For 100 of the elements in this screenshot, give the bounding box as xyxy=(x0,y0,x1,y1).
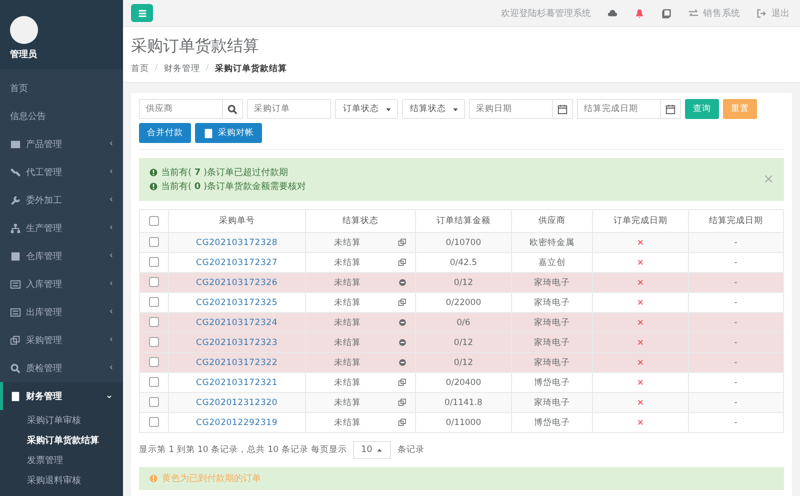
caret-icon: ‹ xyxy=(109,195,113,205)
row-checkbox[interactable] xyxy=(148,357,159,368)
caret-icon: ‹ xyxy=(109,279,113,289)
table-cell: - xyxy=(734,298,738,308)
copy-icon xyxy=(398,378,408,387)
copy-icon xyxy=(398,398,408,407)
sidebar-item[interactable]: 产品管理 ‹ xyxy=(0,130,123,158)
table-cell: 0/1141.8 xyxy=(444,398,482,408)
table-cell: - xyxy=(734,338,738,348)
cross-mark: × xyxy=(636,258,644,268)
table-cell: 未结算 xyxy=(334,396,361,408)
breadcrumb-item: 采购订单货款结算 xyxy=(214,63,287,75)
table-cell: 博岱电子 xyxy=(534,378,570,388)
supplier-field[interactable]: 供应商 xyxy=(139,99,223,119)
table-cell: 0/11000 xyxy=(446,418,482,428)
breadcrumb-separator: / xyxy=(206,63,209,75)
row-checkbox[interactable] xyxy=(148,277,159,288)
sidebar-item[interactable]: 采购管理 ‹ xyxy=(0,326,123,354)
table-cell: 未结算 xyxy=(334,376,361,388)
column-header: 订单完成日期 xyxy=(592,210,688,232)
table-cell: - xyxy=(734,278,738,288)
minus-icon xyxy=(398,318,408,327)
row-checkbox[interactable] xyxy=(148,337,159,348)
sidebar-subitem[interactable]: 采购订单审核 xyxy=(0,410,123,430)
calendar-icon xyxy=(665,104,676,114)
sidebar-item[interactable]: 质检管理 ‹ xyxy=(0,354,123,382)
table-cell: 未结算 xyxy=(334,316,361,328)
row-checkbox[interactable] xyxy=(148,237,159,248)
order-field[interactable]: 采购订单 xyxy=(247,99,331,119)
search-button[interactable] xyxy=(223,99,243,119)
row-checkbox[interactable] xyxy=(148,417,159,428)
sidebar-item[interactable]: 入库管理 ‹ xyxy=(0,270,123,298)
legend-text: 黄色为已到付款期的订单 xyxy=(162,472,261,485)
calendar-button[interactable] xyxy=(553,99,573,119)
sidebar-item[interactable]: 委外加工 ‹ xyxy=(0,186,123,214)
action-button[interactable]: 合并付款 xyxy=(139,123,191,143)
table-cell: 0/12 xyxy=(454,338,473,348)
sidebar-subitem[interactable]: 发票管理 xyxy=(0,450,123,470)
sitemap-icon xyxy=(10,222,21,234)
sidebar-item[interactable]: 首页 xyxy=(0,74,123,102)
table-cell: 未结算 xyxy=(334,296,361,308)
breadcrumb-item[interactable]: 首页 xyxy=(131,63,149,75)
minus-icon xyxy=(398,338,408,347)
column-header: 采购单号 xyxy=(168,210,306,232)
copy-icon xyxy=(10,334,21,346)
select-all-checkbox[interactable] xyxy=(148,216,159,226)
column-header: 结算状态 xyxy=(305,210,416,232)
order-status-select[interactable]: 订单状态 xyxy=(335,99,398,119)
query-button[interactable]: 查询 xyxy=(685,99,719,119)
minus-icon xyxy=(398,278,408,287)
row-checkbox[interactable] xyxy=(148,257,159,268)
calendar-button[interactable] xyxy=(661,99,681,119)
breadcrumb-item[interactable]: 财务管理 xyxy=(164,63,200,75)
avatar xyxy=(10,16,38,44)
sidebar-item[interactable]: 出库管理 ‹ xyxy=(0,298,123,326)
page-size-select[interactable]: 10 xyxy=(352,441,392,459)
search-icon xyxy=(10,362,21,374)
action-button[interactable]: 采购对帐 xyxy=(195,123,262,143)
sidebar-item[interactable]: 信息公告 xyxy=(0,102,123,130)
table-cell: 博岱电子 xyxy=(534,418,570,428)
settle-date-field[interactable]: 结算完成日期 xyxy=(577,99,661,119)
sidebar-item[interactable]: 财务管理 ⌄ xyxy=(0,382,123,410)
table-cell: - xyxy=(734,318,738,328)
cross-mark: × xyxy=(636,418,644,428)
table-cell: 家琦电子 xyxy=(534,278,570,288)
row-checkbox[interactable] xyxy=(148,317,159,328)
table-cell: 未结算 xyxy=(334,256,361,268)
column-header: 订单结算金额 xyxy=(416,210,512,232)
sidebar-item[interactable]: 生产管理 ‹ xyxy=(0,214,123,242)
column-header: 供应商 xyxy=(511,210,593,232)
settle-status-select[interactable]: 结算状态 xyxy=(402,99,465,119)
cross-mark: × xyxy=(636,398,644,408)
top-link[interactable]: 退出 xyxy=(756,6,790,20)
sidebar-item[interactable]: 代工管理 ‹ xyxy=(0,158,123,186)
welcome-text: 欢迎登陆杉蓦管理系统 xyxy=(501,8,592,20)
caret-icon: ‹ xyxy=(109,223,113,233)
table-cell: 未结算 xyxy=(334,416,361,428)
alert-text: 当前有( 0 )条订单货款金额需要核对 xyxy=(161,180,306,193)
row-checkbox[interactable] xyxy=(148,297,159,308)
minus-icon xyxy=(398,358,408,367)
copy-icon xyxy=(398,298,408,307)
sidebar-subitem[interactable]: 采购订单货款结算 xyxy=(0,430,123,450)
row-checkbox[interactable] xyxy=(148,397,159,408)
sidebar-item[interactable]: 仓库管理 ‹ xyxy=(0,242,123,270)
cross-mark: × xyxy=(636,358,644,368)
purchase-date-field[interactable]: 采购日期 xyxy=(469,99,553,119)
user-name: 管理员 xyxy=(10,48,37,61)
sidebar-subitem[interactable]: 采购退料审核 xyxy=(0,470,123,490)
wrench-icon xyxy=(10,194,21,206)
table-cell: 未结算 xyxy=(334,336,361,348)
copy-icon xyxy=(398,238,408,247)
table-cell: 0/6 xyxy=(456,318,470,328)
table-cell: 家琦电子 xyxy=(534,358,570,368)
table-cell: 0/10700 xyxy=(446,238,482,248)
row-checkbox[interactable] xyxy=(148,377,159,388)
cross-mark: × xyxy=(636,298,644,308)
table-cell: - xyxy=(734,258,738,268)
table-cell: 家琦电子 xyxy=(534,338,570,348)
caret-icon: ‹ xyxy=(109,251,113,261)
menu-button[interactable] xyxy=(131,4,153,22)
